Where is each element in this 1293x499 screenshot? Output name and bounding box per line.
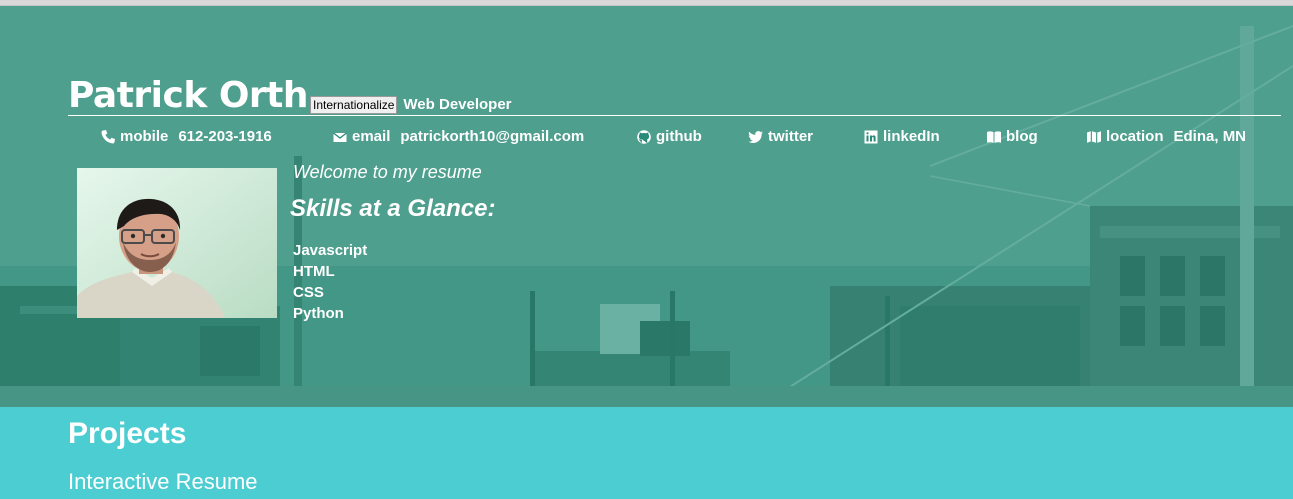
contact-label: linkedIn <box>883 128 940 145</box>
page-title-name: Patrick Orth <box>68 75 309 116</box>
internationalize-button[interactable]: Internationalize <box>310 96 398 114</box>
contact-value: Edina, MN <box>1173 128 1247 145</box>
header-divider <box>68 115 1281 116</box>
projects-section: Projects Interactive Resume <box>0 407 1293 499</box>
projects-heading: Projects <box>68 417 187 450</box>
contact-email[interactable]: email patrickorth10@gmail.com <box>332 128 584 145</box>
skill-item: Javascript <box>293 242 368 259</box>
skills-heading: Skills at a Glance: <box>290 195 496 222</box>
map-icon <box>1086 129 1102 145</box>
contact-twitter[interactable]: twitter <box>748 128 813 145</box>
github-icon <box>636 129 652 145</box>
contact-bar: mobile 612-203-1916 email patrickorth10@… <box>100 128 1260 150</box>
contact-mobile[interactable]: mobile 612-203-1916 <box>100 128 272 145</box>
project-title-link[interactable]: Interactive Resume <box>68 469 258 495</box>
skill-item: Python <box>293 305 344 322</box>
book-icon <box>986 129 1002 145</box>
contact-label: twitter <box>768 128 813 145</box>
twitter-icon <box>748 129 764 145</box>
skills-list: Javascript HTML CSS Python <box>293 240 367 324</box>
profile-photo <box>77 168 277 318</box>
contact-label: location <box>1106 128 1164 145</box>
contact-blog[interactable]: blog <box>986 128 1038 145</box>
contact-linkedin[interactable]: linkedIn <box>863 128 940 145</box>
name-row: Patrick Orth Internationalize Web Develo… <box>68 70 512 116</box>
skill-item: CSS <box>293 284 324 301</box>
skill-item: HTML <box>293 263 335 280</box>
linkedin-icon <box>863 129 879 145</box>
contact-github[interactable]: github <box>636 128 702 145</box>
contact-location[interactable]: location Edina, MN <box>1086 128 1246 145</box>
contact-label: blog <box>1006 128 1038 145</box>
role-subtitle: Web Developer <box>403 96 512 113</box>
contact-label: github <box>656 128 702 145</box>
contact-value: 612-203-1916 <box>178 128 272 145</box>
contact-label: mobile <box>120 128 169 145</box>
mail-icon <box>332 129 348 145</box>
contact-value: patrickorth10@gmail.com <box>400 128 585 145</box>
phone-icon <box>100 129 116 145</box>
welcome-message: Welcome to my resume <box>293 162 482 182</box>
contact-label: email <box>352 128 391 145</box>
